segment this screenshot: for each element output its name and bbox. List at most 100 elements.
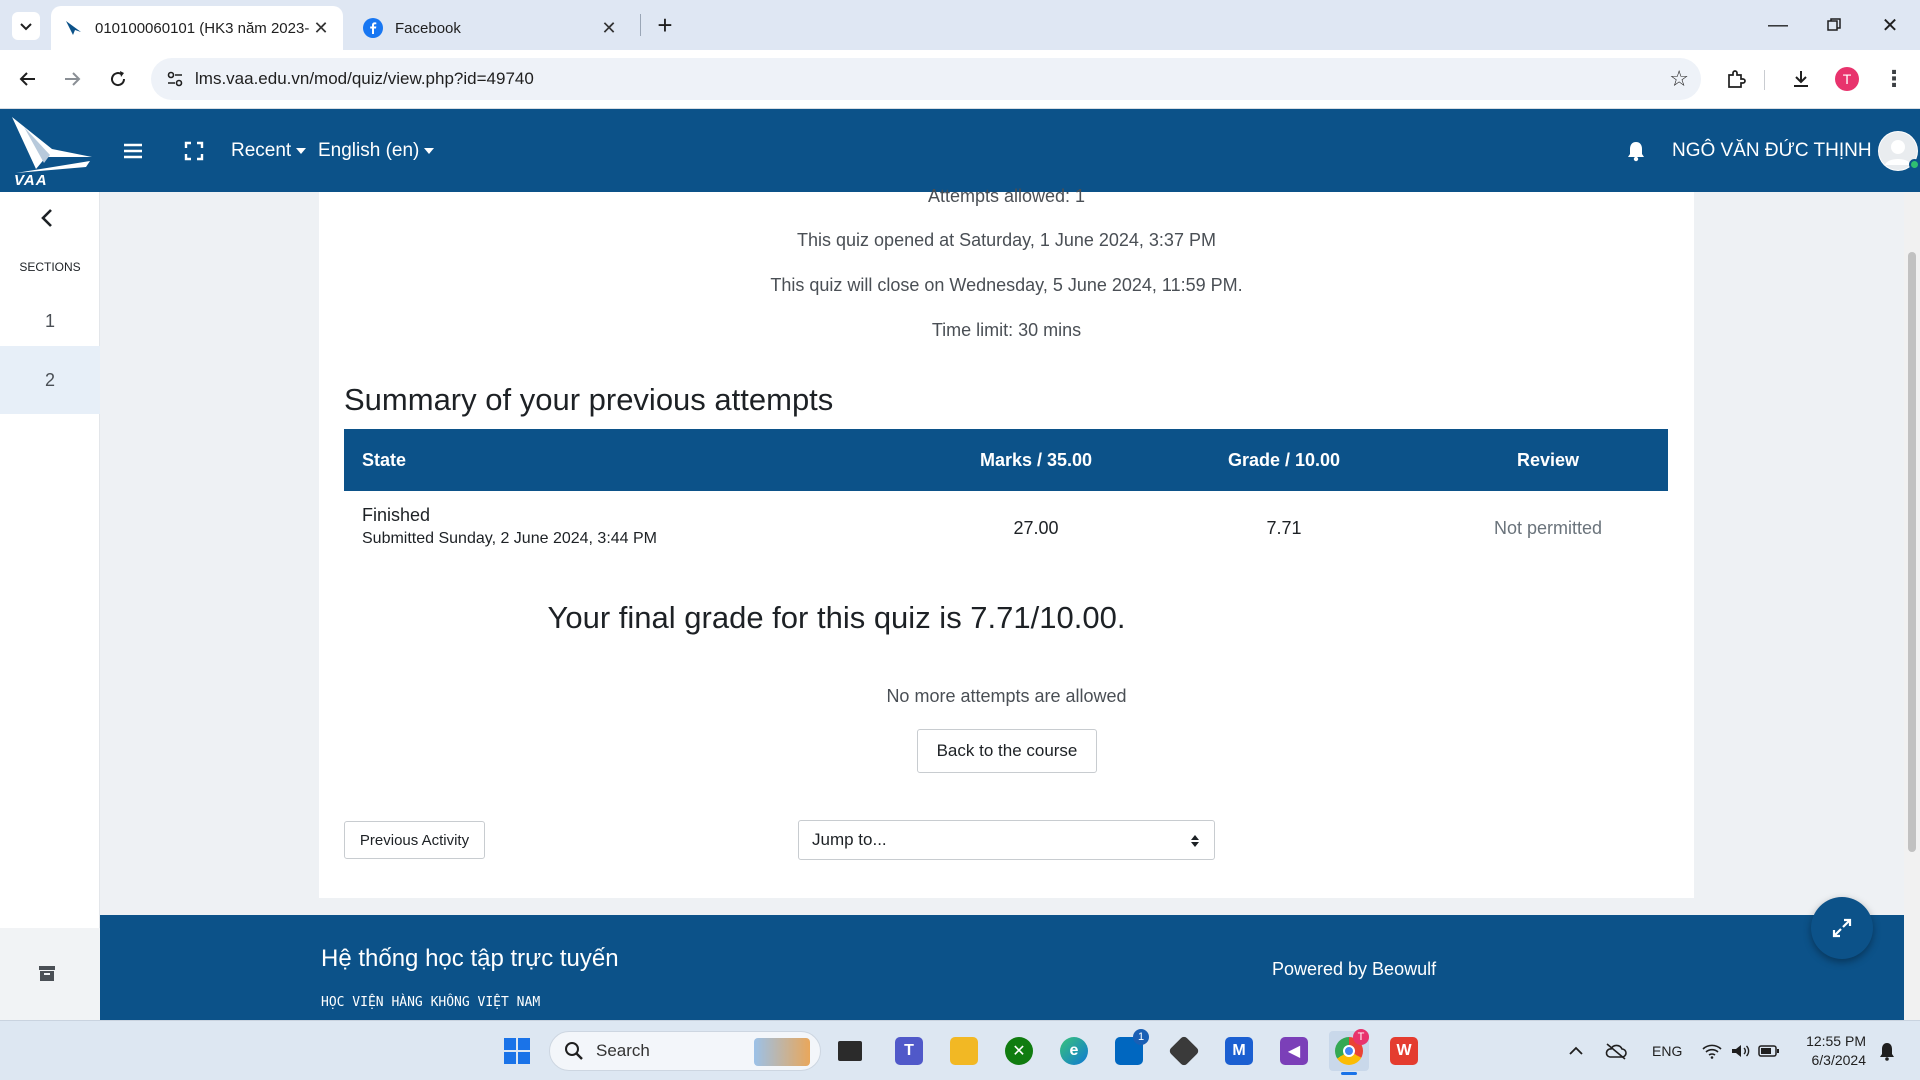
onedrive-status[interactable] bbox=[1605, 1021, 1627, 1080]
quick-settings[interactable] bbox=[1702, 1021, 1780, 1080]
xbox-icon: ✕ bbox=[1005, 1037, 1033, 1065]
taskbar-file-explorer[interactable] bbox=[944, 1031, 984, 1071]
reload-button[interactable] bbox=[100, 61, 136, 97]
chrome-profile-badge: T bbox=[1353, 1029, 1369, 1045]
site-settings-icon[interactable] bbox=[165, 69, 185, 89]
user-menu[interactable]: NGÔ VĂN ĐỨC THỊNH bbox=[1672, 109, 1920, 192]
notifications-button[interactable] bbox=[1626, 109, 1646, 192]
close-window-button[interactable]: ✕ bbox=[1870, 5, 1910, 45]
store-badge: 1 bbox=[1133, 1029, 1149, 1045]
browser-tab-strip: 010100060101 (HK3 năm 2023- ✕ Facebook ✕… bbox=[0, 0, 1920, 50]
summary-heading: Summary of your previous attempts bbox=[344, 382, 834, 417]
task-view-icon bbox=[838, 1041, 862, 1061]
new-tab-button[interactable]: + bbox=[650, 10, 680, 40]
section-link-1[interactable]: 1 bbox=[0, 296, 100, 346]
recent-menu[interactable]: Recent bbox=[231, 109, 307, 192]
jump-to-select[interactable]: Jump to... bbox=[798, 820, 1215, 860]
clock[interactable]: 12:55 PM 6/3/2024 bbox=[1800, 1021, 1866, 1080]
tab-search-button[interactable] bbox=[12, 12, 40, 40]
back-button[interactable] bbox=[10, 61, 46, 97]
close-tab-icon[interactable]: ✕ bbox=[599, 18, 619, 38]
language-label: English (en) bbox=[318, 139, 420, 161]
teams-icon: T bbox=[895, 1037, 923, 1065]
search-highlight-icon bbox=[754, 1038, 810, 1066]
language-menu[interactable]: English (en) bbox=[318, 109, 435, 192]
tray-overflow-button[interactable] bbox=[1568, 1021, 1584, 1080]
expand-button[interactable] bbox=[1811, 897, 1873, 959]
site-navbar: VAA Recent English (en) NGÔ VĂN ĐỨC THỊN… bbox=[0, 109, 1920, 192]
downloads-button[interactable] bbox=[1783, 61, 1819, 97]
tab-quiz[interactable]: 010100060101 (HK3 năm 2023- ✕ bbox=[51, 6, 343, 50]
fullscreen-button[interactable] bbox=[183, 109, 205, 192]
input-language[interactable]: ENG bbox=[1652, 1021, 1682, 1080]
no-more-attempts-text: No more attempts are allowed bbox=[886, 686, 1127, 706]
bell-icon bbox=[1628, 141, 1644, 161]
minimize-button[interactable]: — bbox=[1758, 5, 1798, 45]
taskbar-task-view[interactable] bbox=[830, 1031, 870, 1071]
logo-text: VAA bbox=[14, 172, 48, 189]
attempt-state: Finished bbox=[362, 505, 431, 525]
back-to-course-button[interactable]: Back to the course bbox=[917, 729, 1097, 773]
close-tab-icon[interactable]: ✕ bbox=[311, 18, 331, 38]
footer-subtitle: HỌC VIỆN HÀNG KHÔNG VIỆT NAM bbox=[321, 995, 541, 1010]
arrow-left-icon bbox=[19, 72, 35, 86]
taskbar-xbox[interactable]: ✕ bbox=[999, 1031, 1039, 1071]
menu-toggle-button[interactable] bbox=[122, 109, 144, 192]
taskbar-vscode[interactable]: M bbox=[1219, 1031, 1259, 1071]
jump-to-value: Jump to... bbox=[812, 830, 887, 849]
recent-label: Recent bbox=[231, 139, 292, 161]
vaa-logo[interactable]: VAA bbox=[6, 109, 96, 192]
caret-down-icon bbox=[296, 147, 307, 154]
taskbar-teams[interactable]: T bbox=[889, 1031, 929, 1071]
taskbar-wps[interactable]: W bbox=[1384, 1031, 1424, 1071]
fullscreen-icon bbox=[184, 141, 204, 160]
address-bar[interactable]: lms.vaa.edu.vn/mod/quiz/view.php?id=4974… bbox=[151, 58, 1701, 100]
sections-label: SECTIONS bbox=[19, 260, 81, 274]
final-grade-value: Your final grade for this quiz is 7.71/1… bbox=[547, 600, 1126, 635]
taskbar-store[interactable]: 1 bbox=[1109, 1029, 1149, 1071]
browser-menu-button[interactable]: ⋮ bbox=[1876, 61, 1912, 97]
scrollbar-thumb[interactable] bbox=[1908, 252, 1916, 852]
taskbar-visual-studio[interactable]: ◀ bbox=[1274, 1031, 1314, 1071]
start-button[interactable] bbox=[497, 1031, 537, 1071]
footer-powered-by: Powered by Beowulf bbox=[1272, 959, 1437, 979]
time-limit-text: Time limit: 30 mins bbox=[931, 320, 1082, 340]
taskbar-unity[interactable] bbox=[1164, 1031, 1204, 1071]
restore-button[interactable] bbox=[1814, 5, 1854, 45]
download-icon bbox=[1794, 71, 1808, 87]
taskbar-search[interactable]: Search bbox=[549, 1031, 821, 1071]
close-drawer-button[interactable] bbox=[36, 206, 60, 230]
column-header-grade: Grade / 10.00 bbox=[1227, 449, 1341, 470]
online-status-dot bbox=[1908, 159, 1920, 170]
notification-center-button[interactable] bbox=[1878, 1021, 1896, 1080]
forward-button[interactable] bbox=[54, 61, 90, 97]
arrow-right-icon bbox=[65, 72, 81, 86]
page-scrollbar[interactable] bbox=[1904, 192, 1920, 1020]
attempt-submitted: Submitted Sunday, 2 June 2024, 3:44 PM bbox=[362, 530, 658, 547]
previous-activity-button[interactable]: Previous Activity bbox=[344, 821, 485, 859]
course-index-drawer: SECTIONS 1 2 bbox=[0, 192, 100, 1020]
windows-icon bbox=[504, 1038, 530, 1064]
final-grade-text: Your final grade for this quiz is 7.71/1… bbox=[319, 600, 1694, 636]
archive-button[interactable] bbox=[38, 964, 62, 986]
caret-down-icon bbox=[424, 147, 435, 154]
section-link-2[interactable]: 2 bbox=[0, 346, 100, 414]
taskbar-edge[interactable]: e bbox=[1054, 1031, 1094, 1071]
quiz-content-card: Attempts allowed: 1 This quiz opened at … bbox=[319, 186, 1694, 898]
expand-icon bbox=[1832, 918, 1852, 938]
tab-title: Facebook bbox=[395, 19, 461, 37]
tab-facebook[interactable]: Facebook ✕ bbox=[351, 6, 631, 50]
taskbar-chrome[interactable]: T bbox=[1329, 1029, 1369, 1075]
extensions-button[interactable] bbox=[1718, 61, 1754, 97]
visual-studio-icon: ◀ bbox=[1280, 1037, 1308, 1065]
table-row: Finished Submitted Sunday, 2 June 2024, … bbox=[344, 491, 1668, 565]
profile-button[interactable]: T bbox=[1829, 61, 1865, 97]
attempts-allowed-text: Attempts allowed: 1 bbox=[927, 186, 1086, 206]
clock-date: 6/3/2024 bbox=[1811, 1052, 1867, 1068]
tab-divider bbox=[640, 14, 641, 36]
bookmark-star-icon[interactable]: ☆ bbox=[1669, 66, 1689, 92]
tab-title: 010100060101 (HK3 năm 2023- bbox=[95, 19, 310, 37]
folder-icon bbox=[950, 1037, 978, 1065]
attempt-review: Not permitted bbox=[1493, 517, 1603, 538]
search-icon bbox=[565, 1042, 583, 1060]
